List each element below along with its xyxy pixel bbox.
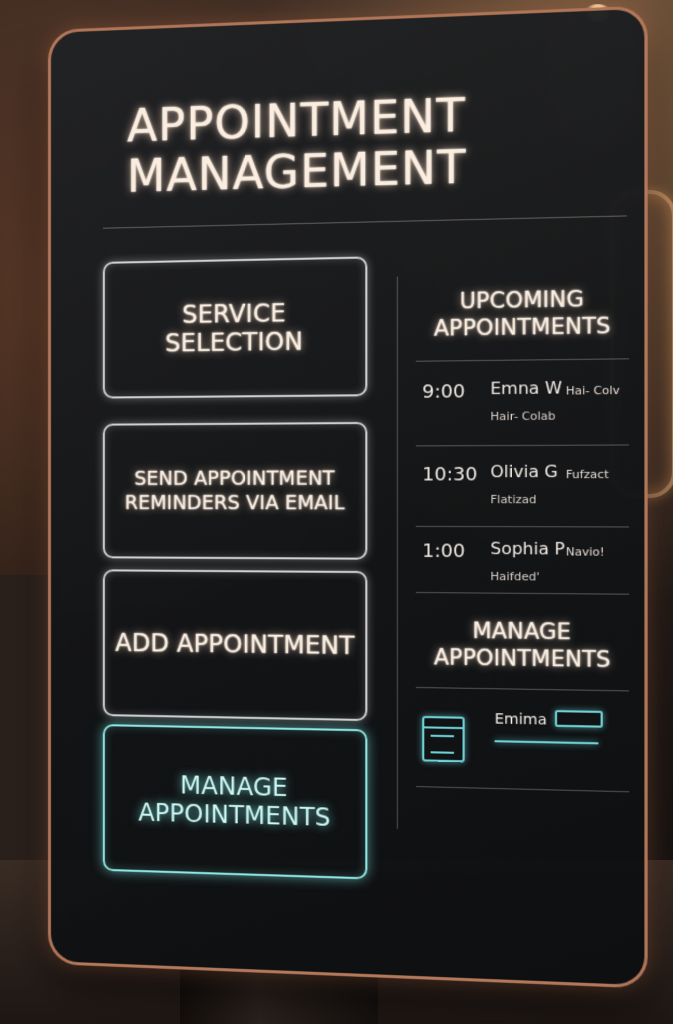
client-name: Olivia G [490,461,558,482]
column-divider [396,276,398,829]
appointment-row[interactable]: 10:30 Olivia G Fufzact Flatizad [416,457,631,531]
send-reminders-button[interactable]: Send Appointment Reminders via Email [102,421,368,560]
client-name: Emima [494,711,547,729]
appointment-time: 1:00 [422,540,466,563]
appointment-row[interactable]: 9:00 Emna W Hai- Colv Hair- Colab [416,373,631,447]
display-panel: Appointment Management Service Selection… [48,5,648,989]
page-title: Appointment Management [126,89,467,203]
manage-divider [415,686,630,692]
edit-field[interactable] [554,710,603,728]
service-detail: Hair- Colab [490,409,556,424]
appointment-time: 10:30 [422,463,478,486]
manage-appointment-row[interactable]: Emima [416,699,631,797]
appointment-row[interactable]: 1:00 Sophia P Navio! Haifded' [416,534,631,608]
service-detail: Flatizad [490,492,537,507]
manage-appointments-label: Manage Appointments [138,771,331,833]
add-appointment-label: Add Appointment [115,628,355,661]
send-reminders-label: Send Appointment Reminders via Email [124,467,345,515]
service-detail: Haifded' [490,569,540,584]
service-name: Navio! [565,545,605,559]
add-appointment-button[interactable]: Add Appointment [102,569,368,722]
service-name: Fufzact [565,467,609,482]
client-name: Sophia P [490,538,565,559]
service-selection-label: Service Selection [165,298,303,358]
service-name: Hai- Colv [565,383,620,398]
manage-appointments-button[interactable]: Manage Appointments [102,724,368,880]
upcoming-divider [415,358,630,362]
appointment-time: 9:00 [422,380,466,404]
calendar-icon[interactable] [422,715,465,763]
upcoming-title: Upcoming Appointments [433,286,611,341]
title-divider [102,215,627,229]
client-name: Emna W [490,377,563,399]
manage-panel-title: Manage Appointments [433,618,611,673]
service-selection-button[interactable]: Service Selection [102,256,368,399]
edit-underline [494,740,599,745]
